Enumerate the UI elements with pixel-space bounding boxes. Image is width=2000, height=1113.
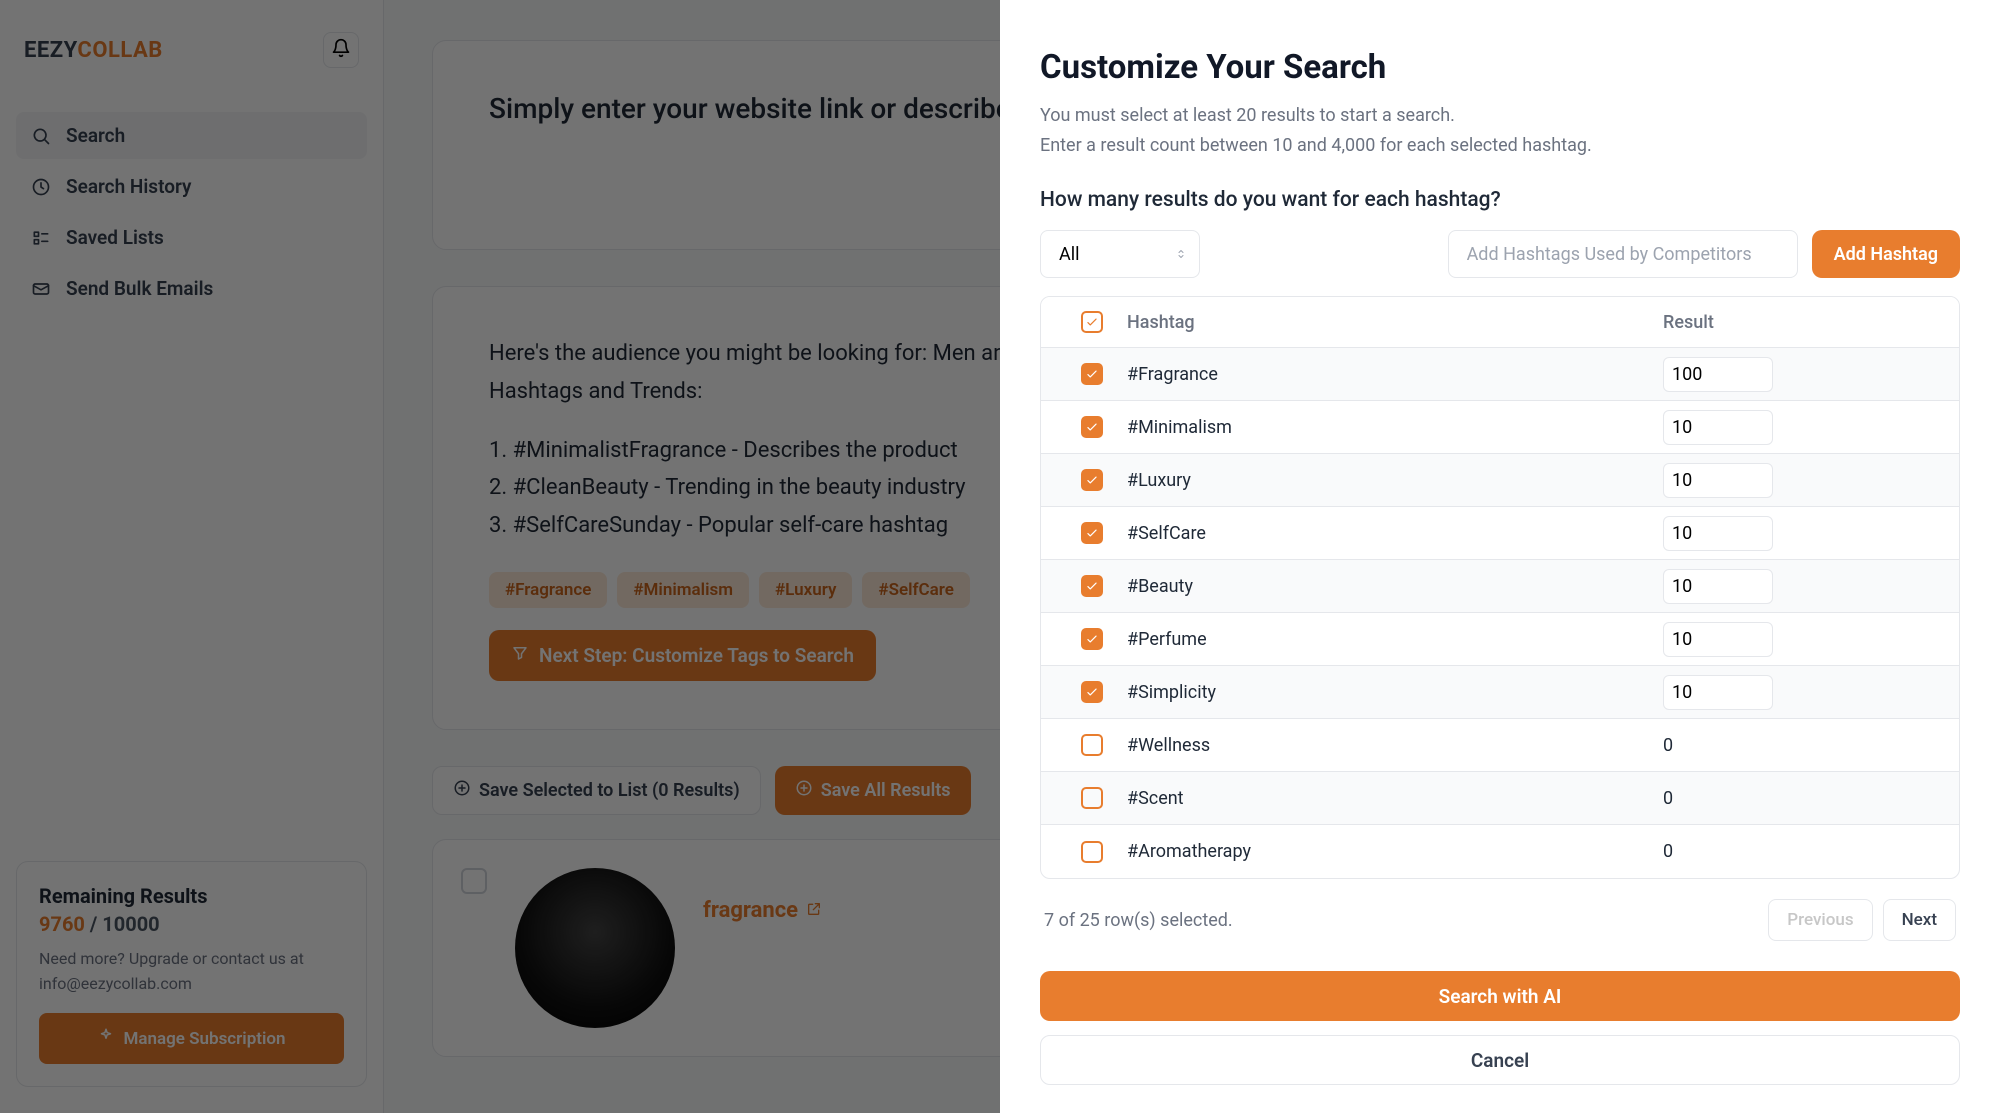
table-footer: 7 of 25 row(s) selected. Previous Next	[1040, 879, 1960, 961]
table-row: #SelfCare	[1041, 507, 1959, 560]
table-row: #Scent0	[1041, 772, 1959, 825]
hashtag-cell: #Aromatherapy	[1127, 841, 1663, 862]
modal-question: How many results do you want for each ha…	[1040, 188, 1960, 212]
result-cell	[1663, 357, 1943, 392]
next-button[interactable]: Next	[1883, 899, 1956, 941]
result-cell	[1663, 410, 1943, 445]
result-cell: 0	[1663, 841, 1943, 862]
table-row: #Luxury	[1041, 454, 1959, 507]
row-checkbox[interactable]	[1081, 416, 1103, 438]
table-row: #Fragrance	[1041, 348, 1959, 401]
competitor-hashtag-input[interactable]	[1448, 230, 1798, 278]
modal-actions: Search with AI Cancel	[1040, 971, 1960, 1085]
previous-button[interactable]: Previous	[1768, 899, 1872, 941]
row-checkbox[interactable]	[1081, 628, 1103, 650]
hashtag-cell: #Fragrance	[1127, 364, 1663, 385]
table-row: #Aromatherapy0	[1041, 825, 1959, 878]
result-cell	[1663, 622, 1943, 657]
selection-count: 7 of 25 row(s) selected.	[1044, 910, 1233, 931]
modal-controls: All Add Hashtag	[1040, 230, 1960, 278]
customize-search-modal: Customize Your Search You must select at…	[1000, 0, 2000, 1113]
hashtag-cell: #SelfCare	[1127, 523, 1663, 544]
table-row: #Simplicity	[1041, 666, 1959, 719]
row-checkbox[interactable]	[1081, 734, 1103, 756]
add-hashtag-button[interactable]: Add Hashtag	[1812, 230, 1960, 278]
table-row: #Beauty	[1041, 560, 1959, 613]
result-input[interactable]	[1663, 516, 1773, 551]
hashtag-cell: #Simplicity	[1127, 682, 1663, 703]
hashtag-cell: #Scent	[1127, 788, 1663, 809]
result-input[interactable]	[1663, 357, 1773, 392]
table-header: Hashtag Result	[1041, 297, 1959, 348]
result-input[interactable]	[1663, 569, 1773, 604]
modal-subtitle: You must select at least 20 results to s…	[1040, 101, 1960, 160]
result-cell: 0	[1663, 735, 1943, 756]
row-checkbox[interactable]	[1081, 841, 1103, 863]
modal-title: Customize Your Search	[1040, 48, 1960, 87]
cancel-button[interactable]: Cancel	[1040, 1035, 1960, 1085]
hashtag-table: Hashtag Result #Fragrance #Minimalism #Lux…	[1040, 296, 1960, 879]
table-row: #Wellness0	[1041, 719, 1959, 772]
pager: Previous Next	[1768, 899, 1956, 941]
result-input[interactable]	[1663, 410, 1773, 445]
result-cell	[1663, 516, 1943, 551]
column-hashtag: Hashtag	[1127, 312, 1663, 333]
row-checkbox[interactable]	[1081, 681, 1103, 703]
row-checkbox[interactable]	[1081, 787, 1103, 809]
row-checkbox[interactable]	[1081, 363, 1103, 385]
search-with-ai-button[interactable]: Search with AI	[1040, 971, 1960, 1021]
result-cell	[1663, 675, 1943, 710]
result-input[interactable]	[1663, 622, 1773, 657]
result-cell	[1663, 569, 1943, 604]
row-checkbox[interactable]	[1081, 522, 1103, 544]
result-input[interactable]	[1663, 463, 1773, 498]
hashtag-cell: #Beauty	[1127, 576, 1663, 597]
hashtag-cell: #Luxury	[1127, 470, 1663, 491]
column-result: Result	[1663, 312, 1943, 333]
result-cell: 0	[1663, 788, 1943, 809]
row-checkbox[interactable]	[1081, 469, 1103, 491]
select-all-checkbox[interactable]	[1081, 311, 1103, 333]
table-row: #Minimalism	[1041, 401, 1959, 454]
row-checkbox[interactable]	[1081, 575, 1103, 597]
result-input[interactable]	[1663, 675, 1773, 710]
hashtag-cell: #Wellness	[1127, 735, 1663, 756]
hashtag-cell: #Perfume	[1127, 629, 1663, 650]
chevron-updown-icon	[1175, 246, 1187, 262]
result-count-select[interactable]: All	[1040, 230, 1200, 278]
table-row: #Perfume	[1041, 613, 1959, 666]
hashtag-cell: #Minimalism	[1127, 417, 1663, 438]
result-cell	[1663, 463, 1943, 498]
